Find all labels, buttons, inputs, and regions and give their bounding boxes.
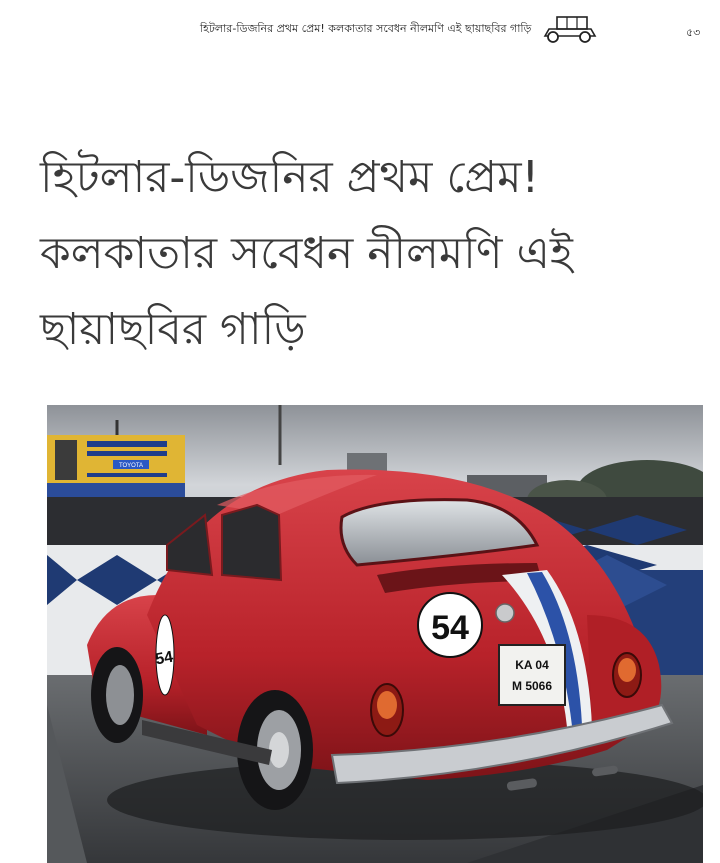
license-plate: KA 04 M 5066: [498, 644, 566, 706]
plate-line-2: M 5066: [512, 679, 552, 693]
car-number-side: 54: [154, 649, 175, 669]
running-header: হিটলার-ডিজনির প্রথম প্রেম! কলকাতার সবেধন…: [200, 14, 599, 44]
article-headline: হিটলার-ডিজনির প্রথম প্রেম! কলকাতার সবেধন…: [40, 140, 680, 368]
page-number: ৫৩: [686, 26, 701, 39]
headline-line-1: হিটলার-ডিজনির প্রথম প্রেম!: [40, 152, 540, 203]
plate-line-1: KA 04: [515, 658, 549, 672]
car-photo: TOYOTA 54 54 KA 04 M 5066: [47, 405, 703, 863]
headline-line-2: কলকাতার সবেধন নীলমণি এই: [40, 228, 573, 279]
billboard: TOYOTA: [47, 435, 185, 497]
headline-line-3: ছায়াছবির গাড়ি: [40, 304, 306, 355]
vw-badge: [495, 603, 515, 623]
car-number-rear: 54: [431, 609, 469, 647]
vintage-car-icon: [544, 16, 597, 43]
billboard-brand: TOYOTA: [119, 463, 143, 469]
running-title: হিটলার-ডিজনির প্রথম প্রেম! কলকাতার সবেধন…: [200, 21, 532, 35]
